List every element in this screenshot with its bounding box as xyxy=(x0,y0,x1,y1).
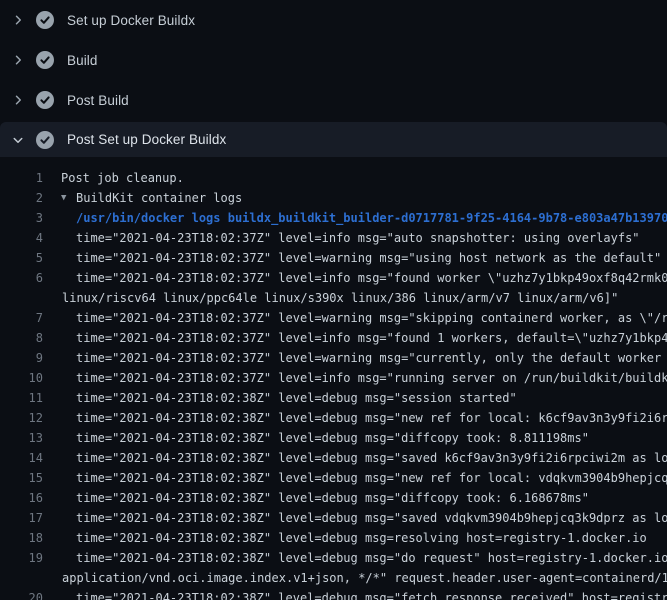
log-line: 10 time="2021-04-23T18:02:37Z" level=inf… xyxy=(0,368,667,388)
log-line-text: Post job cleanup. xyxy=(61,168,184,188)
log-line-number[interactable]: 2 xyxy=(0,188,43,208)
step-label: Set up Docker Buildx xyxy=(67,13,195,28)
log-line-number[interactable]: 20 xyxy=(0,588,43,600)
log-line-number[interactable]: 4 xyxy=(0,228,43,248)
group-collapse-triangle-icon[interactable]: ▼ xyxy=(61,188,76,208)
log-line-text: time="2021-04-23T18:02:38Z" level=debug … xyxy=(76,448,667,468)
log-line-text: time="2021-04-23T18:02:37Z" level=info m… xyxy=(76,328,667,348)
log-line: 7 time="2021-04-23T18:02:37Z" level=warn… xyxy=(0,308,667,328)
log-line-text: linux/riscv64 linux/ppc64le linux/s390x … xyxy=(62,288,618,308)
log-line-text: time="2021-04-23T18:02:38Z" level=debug … xyxy=(76,428,589,448)
log-line-text: time="2021-04-23T18:02:38Z" level=debug … xyxy=(76,548,667,568)
log-line-number[interactable]: 9 xyxy=(0,348,43,368)
log-line: 8 time="2021-04-23T18:02:37Z" level=info… xyxy=(0,328,667,348)
log-line: 19 time="2021-04-23T18:02:38Z" level=deb… xyxy=(0,548,667,568)
log-line-number[interactable]: 5 xyxy=(0,248,43,268)
log-line-text: time="2021-04-23T18:02:38Z" level=debug … xyxy=(76,388,517,408)
log-line: 9 time="2021-04-23T18:02:37Z" level=warn… xyxy=(0,348,667,368)
check-circle-icon xyxy=(36,11,54,29)
log-line-text: time="2021-04-23T18:02:38Z" level=debug … xyxy=(76,488,589,508)
step-label: Post Set up Docker Buildx xyxy=(67,132,226,147)
log-line: 17 time="2021-04-23T18:02:38Z" level=deb… xyxy=(0,508,667,528)
log-line-number[interactable]: 14 xyxy=(0,448,43,468)
log-line-number[interactable]: 16 xyxy=(0,488,43,508)
log-line-wrap: application/vnd.oci.image.index.v1+json,… xyxy=(0,568,667,588)
log-line: 15 time="2021-04-23T18:02:38Z" level=deb… xyxy=(0,468,667,488)
step-post-set-up-docker-buildx-header[interactable]: Post Set up Docker Buildx xyxy=(0,122,667,157)
log-line: 1 Post job cleanup. xyxy=(0,168,667,188)
log-line-wrap: linux/riscv64 linux/ppc64le linux/s390x … xyxy=(0,288,667,308)
log-line-number[interactable]: 6 xyxy=(0,268,43,288)
check-circle-icon xyxy=(36,51,54,69)
check-circle-icon xyxy=(36,131,54,149)
log-line-text: time="2021-04-23T18:02:37Z" level=warnin… xyxy=(76,348,667,368)
log-line-text: time="2021-04-23T18:02:38Z" level=debug … xyxy=(76,528,647,548)
chevron-down-icon xyxy=(10,134,36,146)
step-build[interactable]: Build xyxy=(0,40,667,80)
log-line-number[interactable]: 18 xyxy=(0,528,43,548)
log-line: 4 time="2021-04-23T18:02:37Z" level=info… xyxy=(0,228,667,248)
log-line-number[interactable]: 13 xyxy=(0,428,43,448)
log-line-text: /usr/bin/docker logs buildx_buildkit_bui… xyxy=(76,208,667,228)
chevron-right-icon xyxy=(10,14,36,26)
log-line-number[interactable]: 3 xyxy=(0,208,43,228)
log-line-number[interactable]: 19 xyxy=(0,548,43,568)
log-line-number[interactable]: 10 xyxy=(0,368,43,388)
log-line-text: time="2021-04-23T18:02:37Z" level=info m… xyxy=(76,228,640,248)
log-line: 18 time="2021-04-23T18:02:38Z" level=deb… xyxy=(0,528,667,548)
log-line-text: time="2021-04-23T18:02:37Z" level=warnin… xyxy=(76,248,661,268)
step-post-build[interactable]: Post Build xyxy=(0,80,667,120)
log-line-text: time="2021-04-23T18:02:37Z" level=warnin… xyxy=(76,308,667,328)
log-line-text: time="2021-04-23T18:02:37Z" level=info m… xyxy=(76,368,667,388)
log-line-text: time="2021-04-23T18:02:38Z" level=debug … xyxy=(76,468,667,488)
chevron-right-icon xyxy=(10,54,36,66)
log-line-number[interactable]: 1 xyxy=(0,168,43,188)
log-line-number[interactable]: 7 xyxy=(0,308,43,328)
step-set-up-docker-buildx[interactable]: Set up Docker Buildx xyxy=(0,0,667,40)
log-line: 14 time="2021-04-23T18:02:38Z" level=deb… xyxy=(0,448,667,468)
log-line-number[interactable]: 15 xyxy=(0,468,43,488)
log-line-number xyxy=(0,288,43,308)
log-line: 6 time="2021-04-23T18:02:37Z" level=info… xyxy=(0,268,667,288)
log-line: 13 time="2021-04-23T18:02:38Z" level=deb… xyxy=(0,428,667,448)
log-line: 11 time="2021-04-23T18:02:38Z" level=deb… xyxy=(0,388,667,408)
log-line-number xyxy=(0,568,43,588)
log-line-command: 3 /usr/bin/docker logs buildx_buildkit_b… xyxy=(0,208,667,228)
log-line-text: time="2021-04-23T18:02:38Z" level=debug … xyxy=(76,588,667,600)
log-line: 5 time="2021-04-23T18:02:37Z" level=warn… xyxy=(0,248,667,268)
log-line-text: time="2021-04-23T18:02:38Z" level=debug … xyxy=(76,508,667,528)
log-line-text: time="2021-04-23T18:02:37Z" level=info m… xyxy=(76,268,667,288)
log-line: 12 time="2021-04-23T18:02:38Z" level=deb… xyxy=(0,408,667,428)
log-line-text: application/vnd.oci.image.index.v1+json,… xyxy=(62,568,667,588)
log-line: 16 time="2021-04-23T18:02:38Z" level=deb… xyxy=(0,488,667,508)
log-output: 1 Post job cleanup. 2 ▼ BuildKit contain… xyxy=(0,157,667,600)
log-line-number[interactable]: 12 xyxy=(0,408,43,428)
step-label: Build xyxy=(67,53,98,68)
log-line: 20 time="2021-04-23T18:02:38Z" level=deb… xyxy=(0,588,667,600)
check-circle-icon xyxy=(36,91,54,109)
log-line-number[interactable]: 17 xyxy=(0,508,43,528)
step-label: Post Build xyxy=(67,93,129,108)
log-line-number[interactable]: 11 xyxy=(0,388,43,408)
log-line-text: time="2021-04-23T18:02:38Z" level=debug … xyxy=(76,408,667,428)
chevron-right-icon xyxy=(10,94,36,106)
log-group-title[interactable]: BuildKit container logs xyxy=(76,188,242,208)
log-line: 2 ▼ BuildKit container logs xyxy=(0,188,667,208)
log-line-number[interactable]: 8 xyxy=(0,328,43,348)
